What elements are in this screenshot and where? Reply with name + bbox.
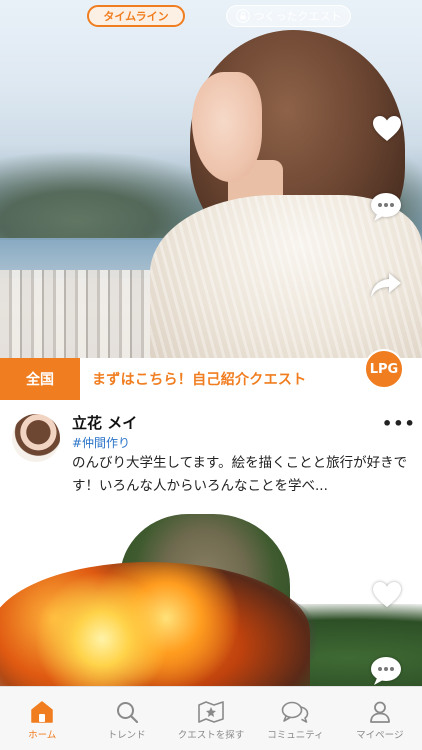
chat-icon xyxy=(282,701,309,723)
comment-icon xyxy=(371,193,401,221)
person-icon xyxy=(369,701,390,723)
second-post-photo[interactable] xyxy=(0,504,422,686)
share-button[interactable] xyxy=(369,268,403,302)
nav-mypage[interactable]: マイページ xyxy=(338,687,422,750)
nav-mypage-label: マイページ xyxy=(356,730,404,741)
hashtag-link[interactable]: #仲間作り xyxy=(72,434,130,451)
lock-icon xyxy=(235,9,250,23)
user-name[interactable]: 立花 メイ xyxy=(72,412,137,433)
tab-created-quests[interactable]: つくったクエスト xyxy=(226,5,351,27)
tab-timeline-label: タイムライン xyxy=(103,10,169,23)
nav-trend-label: トレンド xyxy=(107,730,146,741)
post-author-block: 立花 メイ #仲間作り ••• のんびり大学生してます。絵を描くことと旅行が好き… xyxy=(0,400,422,504)
avatar[interactable] xyxy=(12,414,60,462)
nav-community-label: コミュニティ xyxy=(267,730,324,741)
tab-created-quests-label: つくったクエスト xyxy=(253,10,342,23)
user-bio[interactable]: のんびり大学生してます。絵を描くことと旅行が好きです！いろんな人からいろんなこと… xyxy=(72,452,412,498)
like-button-2[interactable] xyxy=(370,578,404,612)
bottom-navigation: ホーム トレンド クエストを探す コミュニティ マイページ xyxy=(0,686,422,750)
search-icon xyxy=(116,702,138,723)
lpg-logo-text: LPG xyxy=(369,361,399,377)
nav-home-label: ホーム xyxy=(28,730,57,741)
map-icon xyxy=(198,701,224,723)
nav-find-quest[interactable]: クエストを探す xyxy=(169,687,253,750)
home-icon xyxy=(31,701,53,723)
share-icon xyxy=(371,273,401,297)
heart-icon xyxy=(373,116,401,141)
more-options-button[interactable]: ••• xyxy=(382,414,416,433)
nav-community[interactable]: コミュニティ xyxy=(253,687,337,750)
nav-home[interactable]: ホーム xyxy=(0,687,84,750)
comment-button-2[interactable] xyxy=(369,654,403,688)
comment-button[interactable] xyxy=(369,190,403,224)
heart-icon xyxy=(373,582,401,607)
tab-timeline[interactable]: タイムライン xyxy=(87,5,185,27)
like-button[interactable] xyxy=(370,112,404,146)
post-photo[interactable] xyxy=(0,0,422,358)
quest-title: まずはこちら！自己紹介クエスト xyxy=(92,372,307,388)
nav-find-quest-label: クエストを探す xyxy=(177,730,245,741)
comment-icon xyxy=(371,657,401,685)
quest-banner[interactable]: 全国 まずはこちら！自己紹介クエスト xyxy=(0,358,422,400)
nav-trend[interactable]: トレンド xyxy=(84,687,168,750)
region-label: 全国 xyxy=(0,358,80,400)
lpg-badge: LPG xyxy=(364,349,404,389)
